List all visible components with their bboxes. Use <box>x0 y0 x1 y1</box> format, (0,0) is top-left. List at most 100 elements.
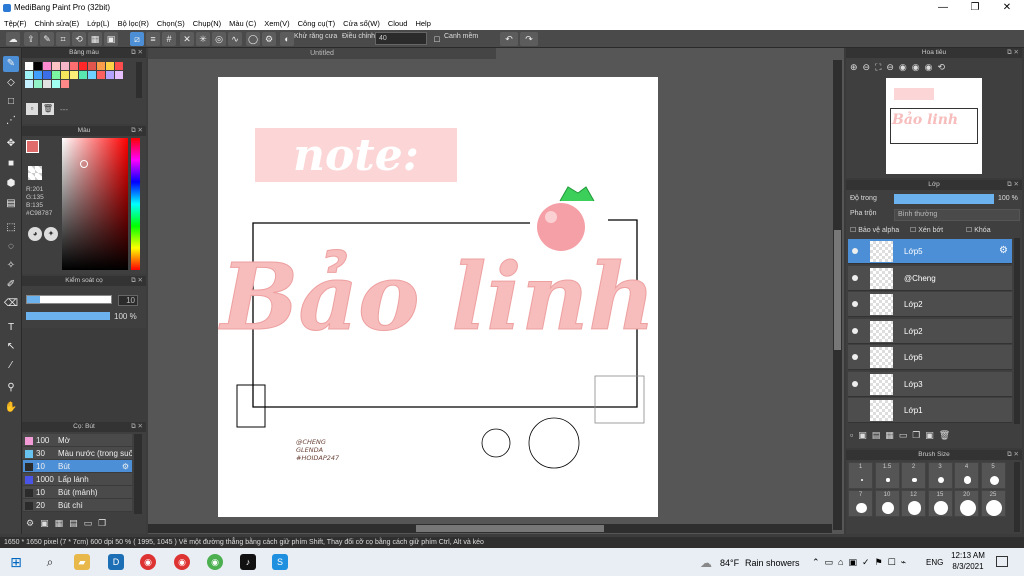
palette-swatch[interactable] <box>25 80 33 88</box>
divide-tool-icon[interactable]: ⁄ <box>3 358 19 374</box>
adjust-input[interactable]: 40 <box>375 32 427 45</box>
cloud-icon[interactable]: ☁ <box>6 32 20 46</box>
navigator-close-icon[interactable]: ⧉ ✕ <box>1007 48 1019 58</box>
menu-filter[interactable]: Bộ lọc(R) <box>118 19 149 28</box>
palette-swatch[interactable] <box>34 80 42 88</box>
blend-mode-select[interactable]: Bình thường <box>894 209 1020 221</box>
snap-cross-icon[interactable]: ✕ <box>180 32 194 46</box>
canvas-vertical-scrollbar[interactable] <box>833 60 842 530</box>
eyedropper-icon[interactable]: ⚲ <box>3 380 19 396</box>
undo-button[interactable]: ↶ <box>500 32 518 46</box>
brush-size-value[interactable]: 10 <box>118 295 138 306</box>
tiktok-icon[interactable]: ♪ <box>240 554 256 570</box>
menu-window[interactable]: Cửa sổ(W) <box>343 19 380 28</box>
fit-icon[interactable]: ▣ <box>104 32 118 46</box>
canvas-horizontal-scrollbar[interactable] <box>148 524 832 533</box>
opacity-slider[interactable] <box>26 312 110 320</box>
snap-off-icon[interactable]: ⧄ <box>130 32 144 46</box>
brush-size-option[interactable]: 5 <box>980 462 1006 489</box>
rect-tool-icon[interactable]: ■ <box>3 156 19 172</box>
list-item[interactable]: 1000 Lấp lánh <box>23 473 132 486</box>
palette-swatch[interactable] <box>61 71 69 79</box>
language-indicator[interactable]: ENG <box>926 558 943 567</box>
palette-swatch[interactable] <box>61 62 69 70</box>
eraser-tool-icon[interactable]: ◇ <box>3 75 19 91</box>
list-item[interactable]: 30 Màu nước (trong suốt) <box>23 447 132 460</box>
brush-list-close-icon[interactable]: ⧉ ✕ <box>131 422 143 432</box>
dot-tool-icon[interactable]: ⋰ <box>3 113 19 129</box>
brush-tool-icon[interactable]: ✎ <box>3 56 19 72</box>
palette-swatch[interactable] <box>79 71 87 79</box>
palette-swatch[interactable] <box>115 62 123 70</box>
skype-icon[interactable]: S <box>272 554 288 570</box>
brush-size-option[interactable]: 12 <box>901 490 926 517</box>
file-explorer-icon[interactable]: ▰ <box>74 554 90 570</box>
layer-visibility-icon[interactable] <box>852 248 858 254</box>
brush-settings-icon[interactable]: ⚙ <box>122 460 129 473</box>
hand-tool-icon[interactable]: ✋ <box>3 400 19 416</box>
shape-tool-icon[interactable]: □ <box>3 94 19 110</box>
protect-alpha-checkbox[interactable]: ☐ Bảo vệ alpha <box>850 226 899 234</box>
brush-size-option[interactable]: 1.5 <box>874 462 900 489</box>
brush-size-slider[interactable] <box>26 295 112 304</box>
menu-layer[interactable]: Lớp(L) <box>87 19 109 28</box>
hue-slider[interactable] <box>131 138 140 270</box>
palette-swatch[interactable] <box>52 62 60 70</box>
comment-icon[interactable]: ✎ <box>40 32 54 46</box>
snap-radial-icon[interactable]: ✳ <box>196 32 210 46</box>
palette-swatch[interactable] <box>106 71 114 79</box>
clipping-checkbox[interactable]: ☐ Xén bớt <box>910 226 943 234</box>
chrome-icon[interactable]: ◉ <box>140 554 156 570</box>
move-tool-icon[interactable]: ✥ <box>3 136 19 152</box>
document-tab[interactable]: Untitled <box>148 48 496 59</box>
layer-row[interactable]: Lớp5 ⚙ <box>848 239 1012 264</box>
layer-close-icon[interactable]: ⧉ ✕ <box>1007 180 1019 190</box>
color-picker-icon[interactable]: ✦ <box>44 227 58 241</box>
brush-size-option[interactable]: 2 <box>901 462 926 489</box>
color-cursor[interactable] <box>80 160 88 168</box>
layer-row[interactable]: Lớp3 <box>848 372 1012 397</box>
layer-row[interactable]: Lớp2 <box>848 292 1012 317</box>
snap-settings-icon[interactable]: ⚙ <box>262 32 276 46</box>
lasso-tool-icon[interactable]: ◌ <box>3 239 19 255</box>
brush-list-scrollbar[interactable] <box>134 434 142 514</box>
brush-list-toolbar[interactable]: ⚙▣▦▤▭❐ <box>26 518 136 530</box>
menu-select[interactable]: Chọn(S) <box>157 19 185 28</box>
navigator-preview[interactable]: Bảo linh <box>886 78 982 174</box>
notification-icon[interactable] <box>996 556 1008 567</box>
layer-visibility-icon[interactable] <box>852 354 858 360</box>
grid-icon[interactable]: ▦ <box>88 32 102 46</box>
menu-cloud[interactable]: Cloud <box>388 19 408 28</box>
weather-temp[interactable]: 84°F <box>720 558 739 568</box>
weather-text[interactable]: Rain showers <box>745 558 800 568</box>
navigator-zoom-controls[interactable]: ⊕⊖⛶⊖◉◉◉⟲ <box>850 62 1018 76</box>
brush-size-close-icon[interactable]: ⧉ ✕ <box>1007 450 1019 460</box>
layer-settings-icon[interactable]: ⚙ <box>999 245 1008 256</box>
snap-concentric-icon[interactable]: ◎ <box>212 32 226 46</box>
palette-swatch[interactable] <box>106 62 114 70</box>
layer-visibility-icon[interactable] <box>852 301 858 307</box>
clock-time[interactable]: 12:13 AM <box>950 551 986 560</box>
share-icon[interactable]: ⇪ <box>24 32 38 46</box>
select-tool-icon[interactable]: ⬚ <box>3 220 19 236</box>
palette-swatch[interactable] <box>52 80 60 88</box>
palette-swatch[interactable] <box>115 71 123 79</box>
palette-swatch[interactable] <box>43 80 51 88</box>
snap-curve-icon[interactable]: ∿ <box>228 32 242 46</box>
chrome-alt-icon[interactable]: ◉ <box>207 554 223 570</box>
drawing-paper[interactable]: note: Bảo linh @CHENG GLENDA #HOIDAP247 <box>218 77 658 517</box>
text-tool-icon[interactable]: T <box>3 320 19 336</box>
list-item[interactable]: 20 Bút chì <box>23 499 132 512</box>
palette-swatch[interactable] <box>43 71 51 79</box>
close-button[interactable]: ✕ <box>992 0 1022 16</box>
select-eraser-icon[interactable]: ⌫ <box>3 296 19 312</box>
search-icon[interactable]: ⌕ <box>42 554 58 570</box>
palette-swatch[interactable] <box>79 62 87 70</box>
brush-control-close-icon[interactable]: ⧉ ✕ <box>131 276 143 286</box>
layer-visibility-icon[interactable] <box>852 328 858 334</box>
snap-grid-icon[interactable]: # <box>162 32 176 46</box>
foreground-color-swatch[interactable] <box>26 140 39 153</box>
palette-swatch[interactable] <box>88 71 96 79</box>
palette-swatch[interactable] <box>70 62 78 70</box>
brush-size-scrollbar[interactable] <box>1014 462 1020 532</box>
